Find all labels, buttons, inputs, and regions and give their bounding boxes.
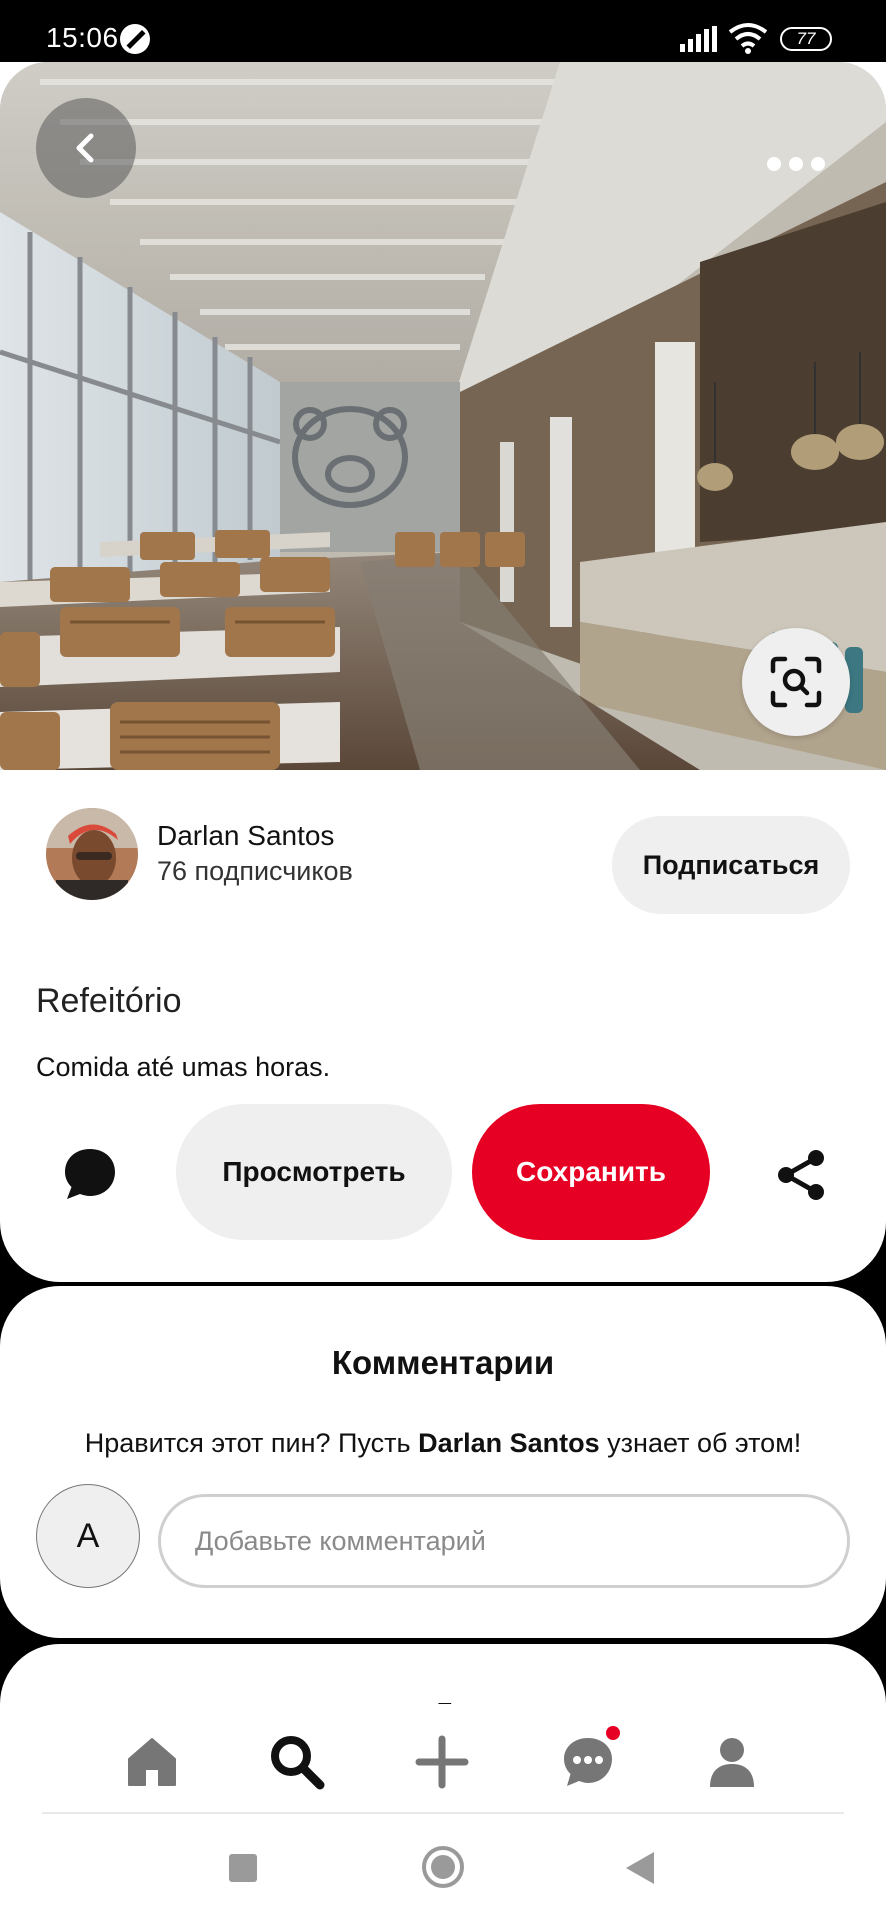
back-button[interactable]: [36, 98, 136, 198]
prompt-creator-name: Darlan Santos: [418, 1428, 600, 1458]
more-options-button[interactable]: [756, 144, 836, 184]
battery-icon: 77: [780, 27, 832, 51]
chevron-left-icon: [76, 133, 94, 163]
prompt-text-end: узнает об этом!: [599, 1428, 802, 1458]
dot-icon: [789, 157, 803, 171]
pin-card: Darlan Santos 76 подписчиков Подписаться…: [0, 62, 886, 1282]
dot-icon: [767, 157, 781, 171]
nav-create[interactable]: [410, 1730, 474, 1794]
comment-icon[interactable]: [62, 1146, 118, 1202]
lens-icon: [770, 656, 822, 708]
dot-icon: [811, 157, 825, 171]
nav-search[interactable]: [265, 1730, 329, 1794]
pin-title: Refeitório: [36, 982, 182, 1020]
comments-prompt: Нравится этот пин? Пусть Darlan Santos у…: [0, 1428, 886, 1459]
pin-image[interactable]: [0, 62, 886, 770]
pin-description: Comida até umas horas.: [36, 1052, 331, 1082]
creator-followers: 76 подписчиков: [157, 856, 353, 886]
home-icon: [128, 1738, 176, 1786]
profile-icon: [710, 1738, 754, 1787]
dnd-icon: [120, 24, 150, 54]
creator-avatar[interactable]: [46, 808, 138, 900]
visual-search-button[interactable]: [742, 628, 850, 736]
creator-name[interactable]: Darlan Santos: [157, 820, 334, 852]
recent-apps-button[interactable]: [229, 1854, 257, 1882]
user-avatar[interactable]: A: [36, 1484, 140, 1588]
comment-input[interactable]: [158, 1494, 850, 1588]
nav-home[interactable]: [120, 1730, 184, 1794]
messages-icon: [564, 1738, 612, 1786]
home-button[interactable]: [422, 1846, 464, 1888]
follow-button[interactable]: Подписаться: [612, 816, 850, 914]
creator-row: Darlan Santos 76 подписчиков Подписаться: [0, 808, 886, 918]
signal-icon: [680, 26, 717, 52]
comments-card: Комментарии Нравится этот пин? Пусть Dar…: [0, 1286, 886, 1638]
save-button[interactable]: Сохранить: [472, 1104, 710, 1240]
status-time: 15:06: [46, 22, 119, 53]
view-button[interactable]: Просмотреть: [176, 1104, 452, 1240]
plus-icon: [415, 1735, 469, 1789]
notification-dot: [606, 1726, 620, 1740]
nav-profile[interactable]: [700, 1730, 764, 1794]
prompt-text: Нравится этот пин? Пусть: [84, 1428, 419, 1458]
share-icon[interactable]: [774, 1148, 828, 1202]
back-nav-button[interactable]: [626, 1852, 654, 1884]
avatar-photo: [46, 808, 138, 900]
search-icon: [271, 1736, 325, 1790]
wifi-icon: [728, 23, 768, 54]
pin-actions: Просмотреть Сохранить: [0, 1104, 886, 1242]
nav-messages[interactable]: [556, 1726, 620, 1794]
system-nav-bar: [0, 1814, 886, 1920]
comments-title: Комментарии: [331, 1344, 555, 1381]
status-bar: 15:06 77: [0, 0, 886, 62]
bottom-nav: [0, 1704, 886, 1814]
